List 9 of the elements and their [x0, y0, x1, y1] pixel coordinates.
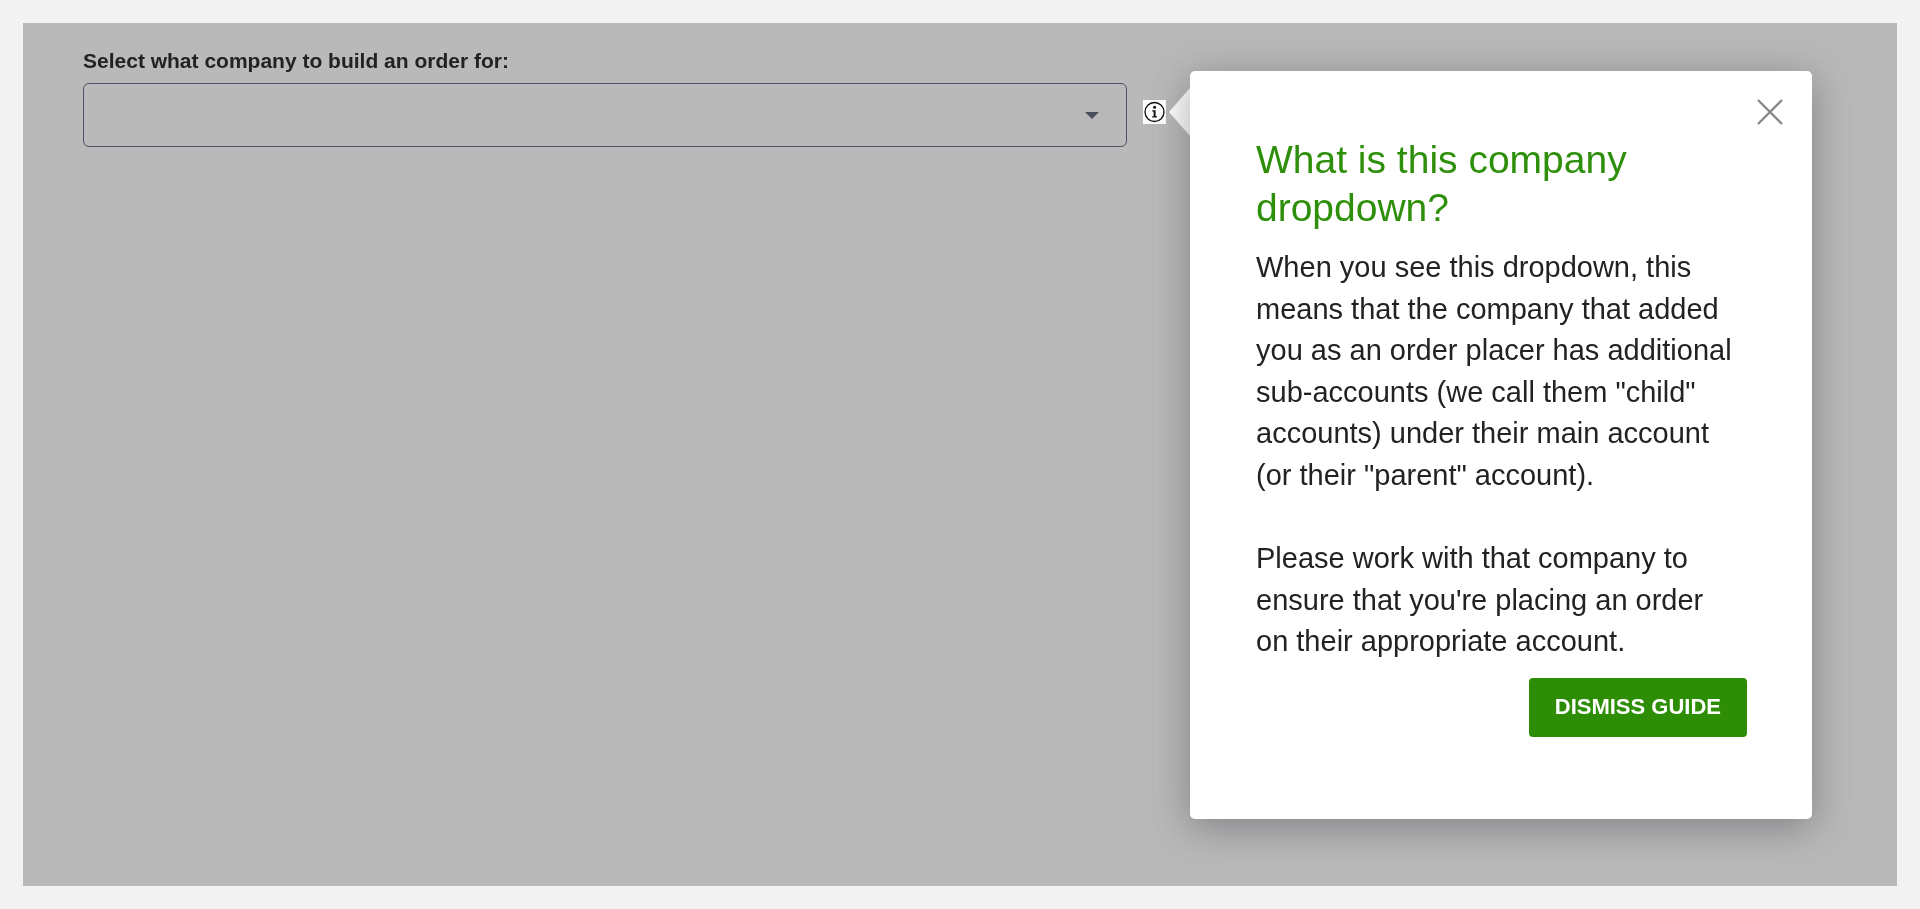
- company-select-label: Select what company to build an order for:: [83, 49, 509, 73]
- close-icon[interactable]: [1757, 99, 1783, 125]
- guide-paragraph: When you see this dropdown, this means that the company that added you as an order placer has additional sub-accounts (we call them "child" accounts) under their main account (or their "parent" account).: [1256, 250, 1733, 493]
- info-icon[interactable]: [1143, 100, 1166, 124]
- company-dropdown[interactable]: [83, 83, 1127, 147]
- guide-title: What is this company dropdown?: [1256, 137, 1628, 231]
- caret-icon: [1085, 111, 1099, 119]
- dismiss-guide-button[interactable]: DISMISS GUIDE: [1528, 677, 1747, 737]
- guide-paragraph: Please work with that company to ensure that you're placing an order on their appropriate account.: [1256, 541, 1705, 660]
